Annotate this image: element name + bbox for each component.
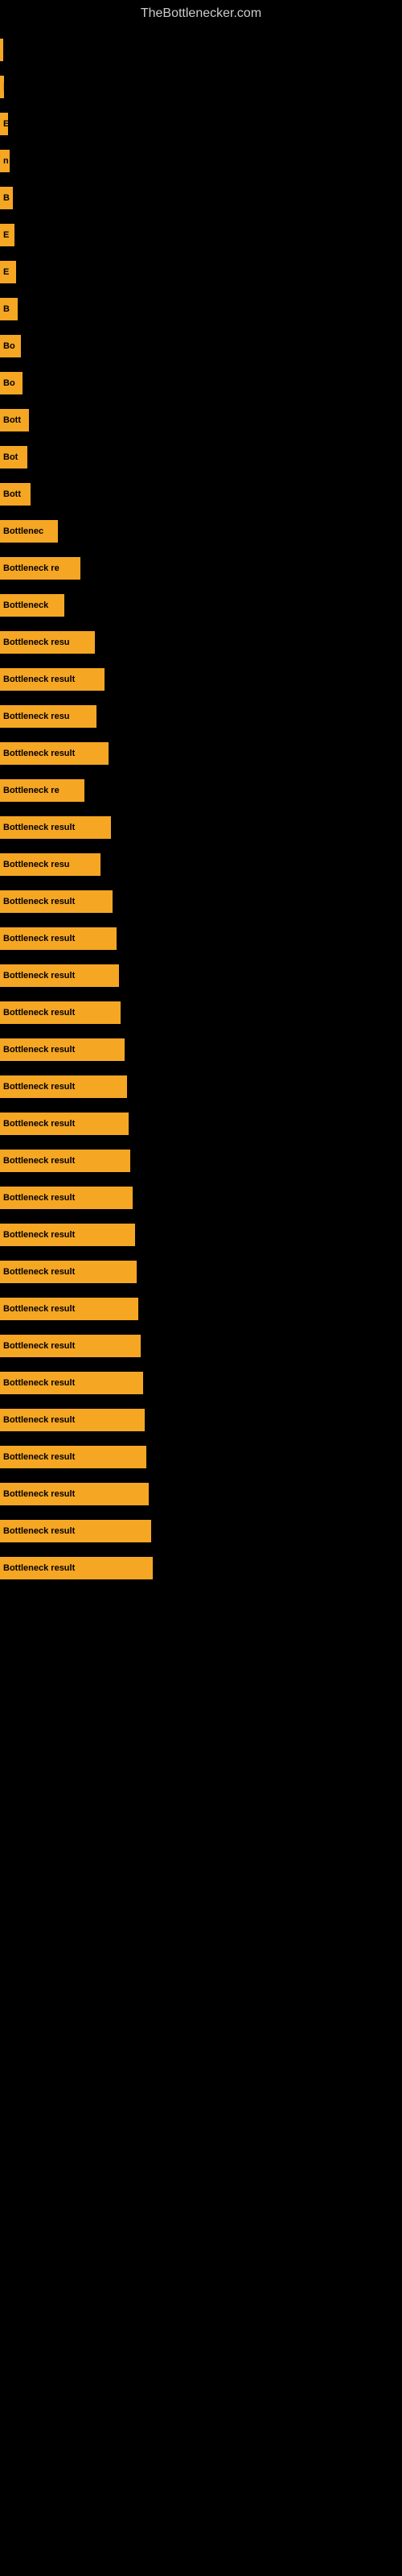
result-bar: Bottleneck result (0, 1150, 130, 1172)
result-bar: Bottleneck result (0, 927, 117, 950)
result-bar: Bo (0, 335, 21, 357)
bar-row: Bottleneck re (0, 773, 402, 808)
result-bar: Bottleneck result (0, 1187, 133, 1209)
result-bar: Bottleneck resu (0, 631, 95, 654)
result-bar: Bottleneck re (0, 557, 80, 580)
result-bar: Bottleneck result (0, 1001, 121, 1024)
bar-row: Bot (0, 440, 402, 475)
bar-row: Bottleneck result (0, 1106, 402, 1141)
result-bar: Bottleneck result (0, 1075, 127, 1098)
result-bar: Bottleneck (0, 594, 64, 617)
result-bar: Bot (0, 446, 27, 469)
bar-row: Bottleneck result (0, 1217, 402, 1253)
bar-row: Bottleneck result (0, 884, 402, 919)
result-bar: Bott (0, 483, 31, 506)
bar-row: Bo (0, 328, 402, 364)
result-bar: Bottleneck result (0, 1372, 143, 1394)
bar-row: | (0, 69, 402, 105)
bar-row: Bottleneck result (0, 958, 402, 993)
bar-row: Bottleneck result (0, 1291, 402, 1327)
bar-row: Bottleneck result (0, 1513, 402, 1549)
result-bar: Bottleneck re (0, 779, 84, 802)
bar-row: Bottleneck result (0, 1365, 402, 1401)
bars-container: ||EnBEEBBoBoBottBotBottBottlenecBottlene… (0, 24, 402, 1587)
bar-row: Bottleneck result (0, 1439, 402, 1475)
bar-row: Bottleneck result (0, 1180, 402, 1216)
bar-row: Bottleneck resu (0, 699, 402, 734)
bar-row: E (0, 254, 402, 290)
result-bar: Bottleneck resu (0, 705, 96, 728)
bar-row: | (0, 32, 402, 68)
bar-row: Bottleneck re (0, 551, 402, 586)
bar-row: Bo (0, 365, 402, 401)
result-bar: B (0, 187, 13, 209)
bar-row: Bottleneck result (0, 921, 402, 956)
bar-row: E (0, 106, 402, 142)
bar-row: Bottleneck result (0, 1032, 402, 1067)
result-bar: Bottleneck result (0, 1038, 125, 1061)
result-bar: Bottleneck result (0, 1335, 141, 1357)
bar-row: Bottlenec (0, 514, 402, 549)
bar-row: E (0, 217, 402, 253)
result-bar: E (0, 261, 16, 283)
result-bar: B (0, 298, 18, 320)
result-bar: Bottleneck result (0, 668, 105, 691)
result-bar: Bottleneck result (0, 1298, 138, 1320)
result-bar: Bottleneck result (0, 742, 109, 765)
bar-row: Bottleneck result (0, 1476, 402, 1512)
site-title: TheBottlenecker.com (0, 0, 402, 24)
result-bar: | (0, 39, 3, 61)
result-bar: Bottleneck result (0, 890, 113, 913)
bar-row: Bottleneck resu (0, 625, 402, 660)
result-bar: Bottleneck result (0, 1261, 137, 1283)
result-bar: Bottleneck result (0, 816, 111, 839)
result-bar: Bottleneck result (0, 1520, 151, 1542)
bar-row: Bottleneck result (0, 1550, 402, 1586)
result-bar: Bottleneck result (0, 1446, 146, 1468)
bar-row: Bottleneck result (0, 995, 402, 1030)
result-bar: Bottleneck result (0, 964, 119, 987)
result-bar: Bottleneck result (0, 1409, 145, 1431)
bar-row: Bottleneck result (0, 1254, 402, 1290)
result-bar: Bott (0, 409, 29, 431)
result-bar: Bottlenec (0, 520, 58, 543)
bar-row: n (0, 143, 402, 179)
bar-row: Bottleneck result (0, 1143, 402, 1179)
bar-row: Bott (0, 402, 402, 438)
result-bar: Bottleneck result (0, 1113, 129, 1135)
result-bar: Bottleneck result (0, 1224, 135, 1246)
bar-row: Bottleneck resu (0, 847, 402, 882)
result-bar: Bottleneck result (0, 1483, 149, 1505)
bar-row: Bottleneck result (0, 736, 402, 771)
bar-row: Bott (0, 477, 402, 512)
bar-row: B (0, 291, 402, 327)
result-bar: E (0, 113, 8, 135)
bar-row: Bottleneck result (0, 1328, 402, 1364)
bar-row: Bottleneck result (0, 1402, 402, 1438)
result-bar: | (0, 76, 4, 98)
result-bar: Bottleneck result (0, 1557, 153, 1579)
bar-row: Bottleneck result (0, 1069, 402, 1104)
bar-row: Bottleneck result (0, 810, 402, 845)
result-bar: E (0, 224, 14, 246)
bar-row: Bottleneck (0, 588, 402, 623)
result-bar: Bo (0, 372, 23, 394)
bar-row: B (0, 180, 402, 216)
result-bar: n (0, 150, 10, 172)
result-bar: Bottleneck resu (0, 853, 100, 876)
bar-row: Bottleneck result (0, 662, 402, 697)
